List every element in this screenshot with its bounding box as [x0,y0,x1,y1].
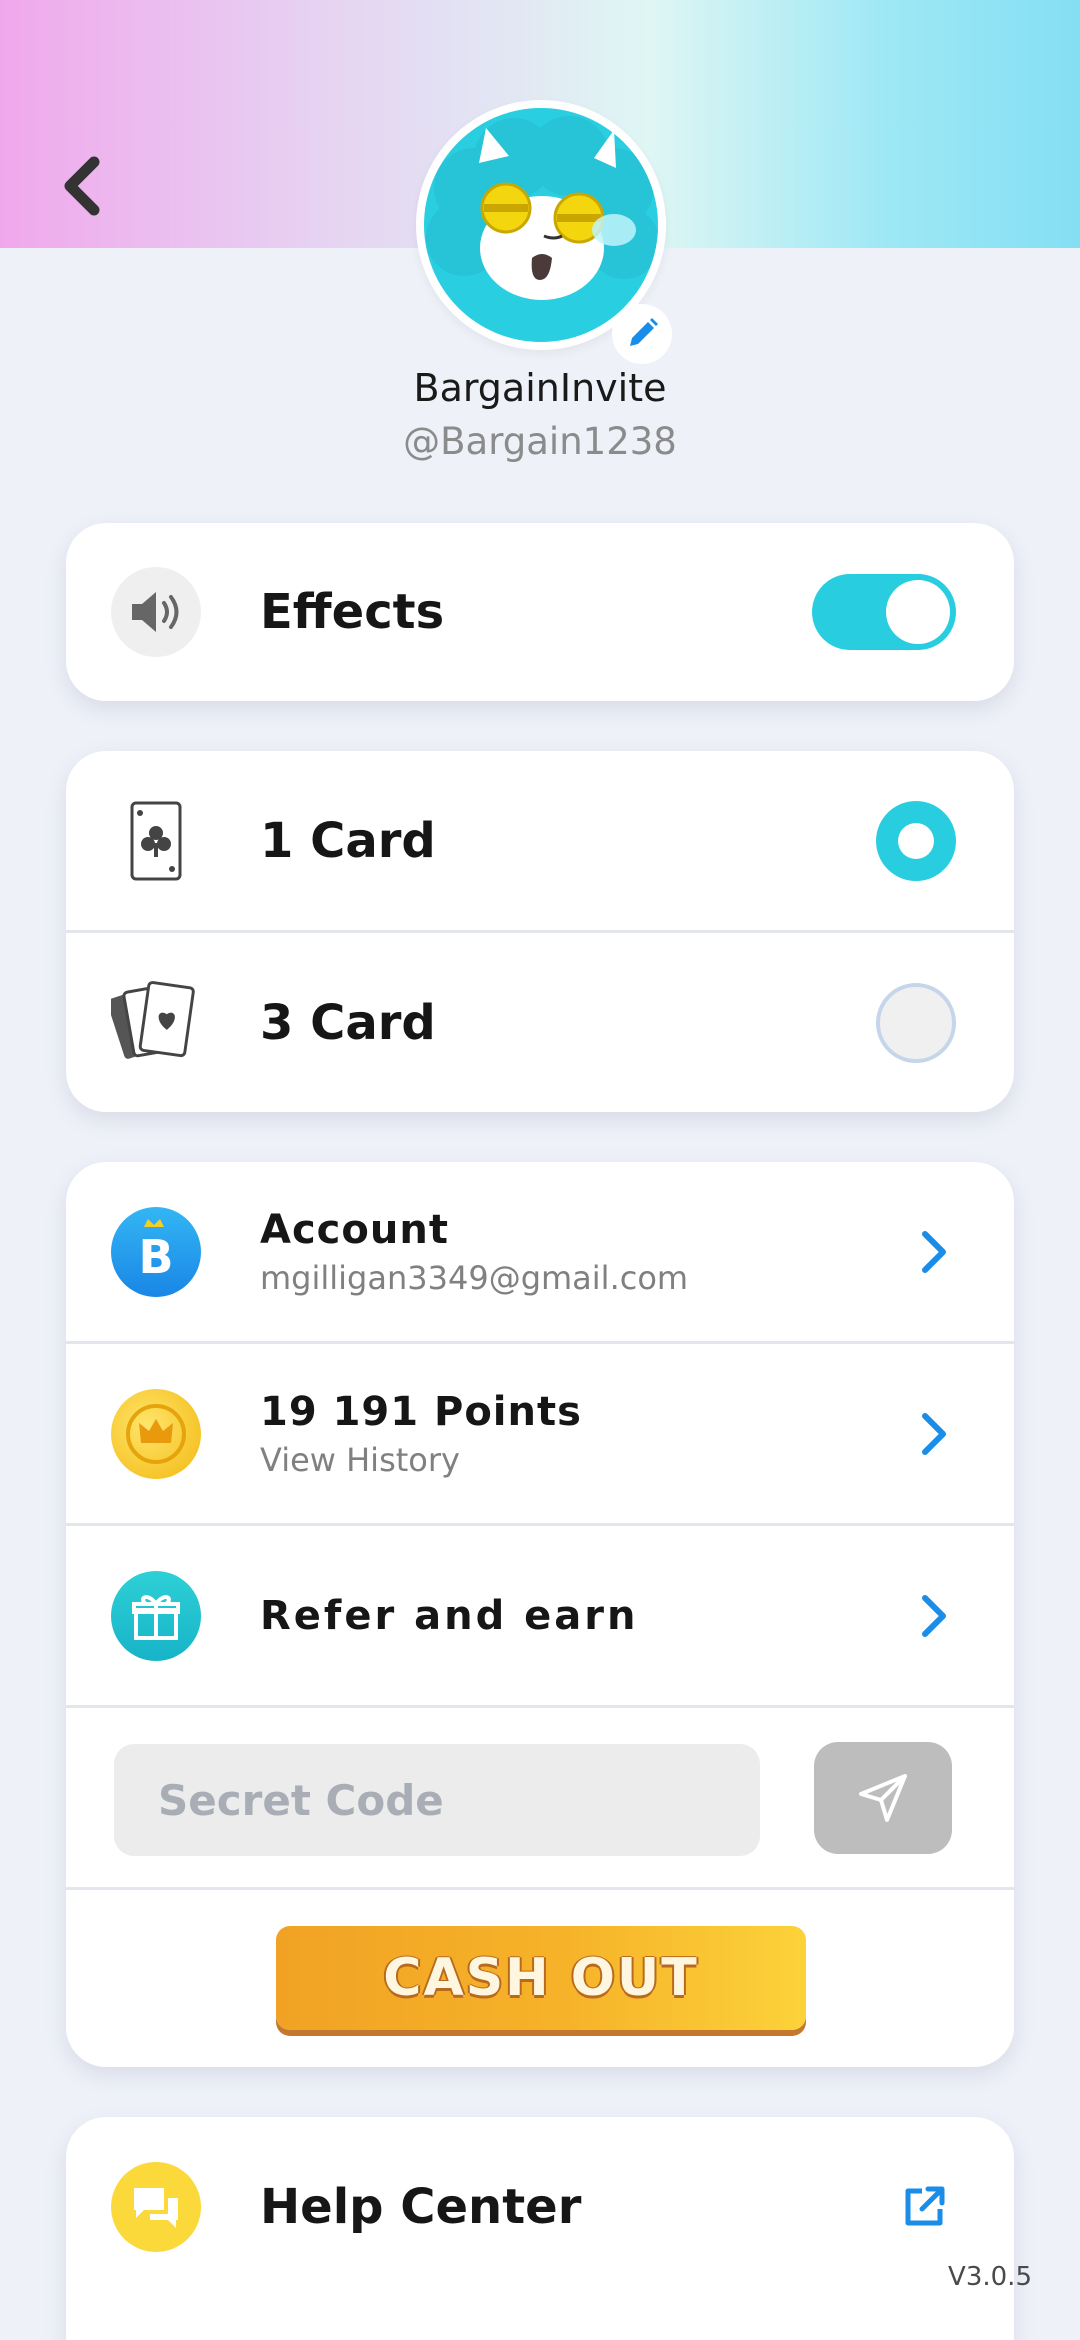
cash-out-row: CASH OUT [66,1890,1014,2067]
chevron-left-icon [64,156,100,216]
chevron-right-icon [914,1404,954,1464]
secret-code-row [66,1708,1014,1890]
effects-label: Effects [260,584,445,640]
gift-icon [111,1570,201,1661]
effects-row: Effects [66,523,1014,701]
toggle-knob [886,580,950,644]
heart-cards-icon [111,978,201,1068]
back-button[interactable] [50,150,114,222]
effects-toggle[interactable] [812,574,956,650]
account-email: mgilligan3349@gmail.com [260,1258,689,1297]
account-row[interactable]: B Account mgilligan3349@gmail.com [66,1162,1014,1344]
one-card-label: 1 Card [260,812,436,869]
refer-row[interactable]: Refer and earn [66,1526,1014,1708]
speaker-icon [111,567,201,657]
chevron-right-icon [914,1222,954,1282]
three-card-label: 3 Card [260,994,436,1051]
secret-code-input[interactable] [114,1744,760,1856]
gold-coin-crown-icon [111,1388,201,1479]
profile-display-name: BargainInvite [413,366,667,410]
points-text: 19 191 Points View History [260,1389,582,1479]
chevron-right-icon [914,1586,954,1646]
three-card-radio[interactable] [876,982,956,1063]
profile-handle: @Bargain1238 [403,420,677,463]
edit-avatar-button[interactable] [612,304,672,364]
points-subtitle: View History [260,1440,460,1479]
points-row[interactable]: 19 191 Points View History [66,1344,1014,1526]
b-crown-icon: B [111,1206,201,1297]
help-center-label: Help Center [260,2179,582,2235]
one-card-option[interactable]: 1 Card [66,751,1014,933]
account-title: Account [260,1206,449,1253]
avatar-image [424,108,658,342]
effects-card: Effects [66,523,1014,701]
account-card: B Account mgilligan3349@gmail.com 19 191… [66,1162,1014,2067]
help-card: Help Center [66,2117,1014,2340]
club-card-icon [111,796,201,886]
app-version: V3.0.5 [948,2262,1032,2292]
chat-bubbles-icon [111,2162,201,2252]
refer-label: Refer and earn [260,1592,639,1639]
card-mode-card: 1 Card 3 Card [66,751,1014,1112]
paper-plane-icon [859,1774,907,1822]
one-card-radio[interactable] [876,800,956,881]
cash-out-button[interactable]: CASH OUT [276,1926,806,2030]
svg-text:B: B [138,1230,173,1284]
pencil-icon [630,318,658,346]
help-center-row[interactable]: Help Center [66,2117,1014,2297]
send-code-button[interactable] [814,1742,952,1854]
three-card-option[interactable]: 3 Card [66,933,1014,1112]
points-title: 19 191 Points [260,1388,582,1435]
external-link-icon [894,2177,954,2237]
account-text: Account mgilligan3349@gmail.com [260,1207,688,1297]
